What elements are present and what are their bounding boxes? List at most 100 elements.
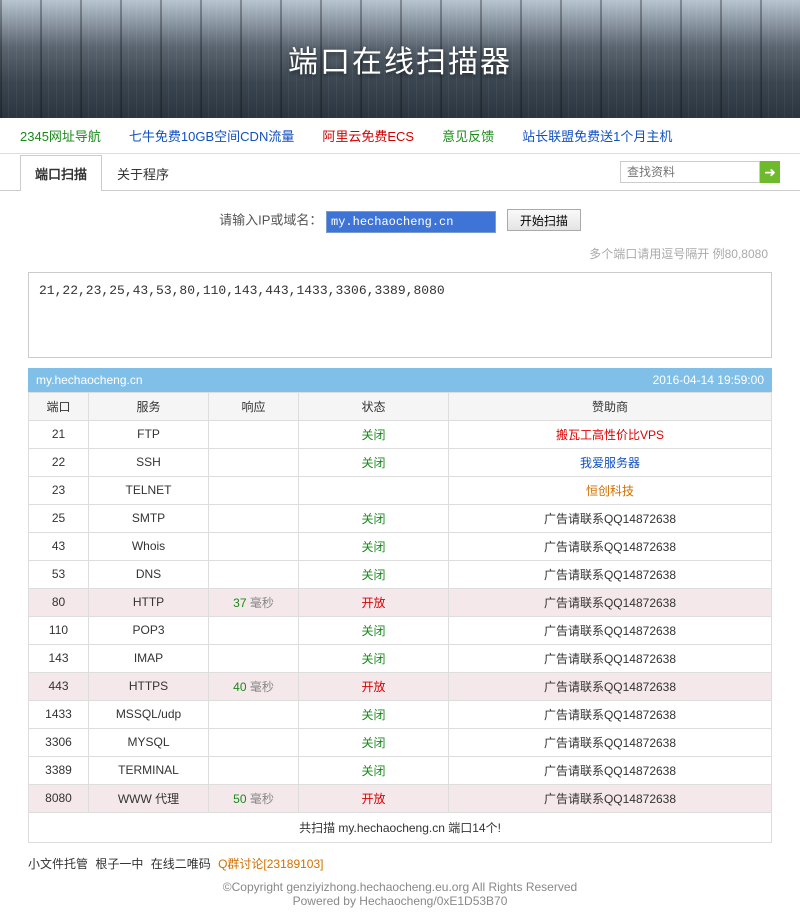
result-timestamp: 2016-04-14 19:59:00 (653, 373, 764, 387)
th-service: 服务 (89, 392, 209, 420)
result-header: my.hechaocheng.cn 2016-04-14 19:59:00 (28, 368, 772, 392)
ip-label: 请输入IP或域名： (219, 213, 322, 228)
tab-portscan[interactable]: 端口扫描 (20, 155, 102, 191)
cell-status: 开放 (299, 588, 449, 616)
table-row: 3389TERMINAL关闭广告请联系QQ14872638 (29, 756, 772, 784)
topnav-link-2[interactable]: 阿里云免费ECS (322, 129, 414, 144)
cell-sponsor[interactable]: 恒创科技 (449, 476, 772, 504)
footer-link-2[interactable]: 在线二唯码 (151, 857, 211, 871)
cell-status: 关闭 (299, 532, 449, 560)
topnav-link-1[interactable]: 七牛免费10GB空间CDN流量 (129, 129, 294, 144)
topnav-link-3[interactable]: 意见反馈 (442, 129, 494, 144)
cell-sponsor[interactable]: 广告请联系QQ14872638 (449, 588, 772, 616)
table-row: 23TELNET恒创科技 (29, 476, 772, 504)
table-row: 25SMTP关闭广告请联系QQ14872638 (29, 504, 772, 532)
cell-status: 关闭 (299, 504, 449, 532)
result-host: my.hechaocheng.cn (36, 373, 143, 387)
cell-status: 关闭 (299, 728, 449, 756)
footer-link-0[interactable]: 小文件托管 (28, 857, 88, 871)
cell-response (209, 504, 299, 532)
cell-service: POP3 (89, 616, 209, 644)
cell-service: HTTPS (89, 672, 209, 700)
cell-port: 143 (29, 644, 89, 672)
topnav-link-0[interactable]: 2345网址导航 (20, 129, 101, 144)
table-row: 3306MYSQL 关闭广告请联系QQ14872638 (29, 728, 772, 756)
search-button[interactable]: ➜ (760, 161, 780, 183)
cell-port: 3306 (29, 728, 89, 756)
scan-form: 请输入IP或域名： 开始扫描 (0, 191, 800, 239)
powered-line: Powered by Hechaocheng/0xE1D53B70 (0, 894, 800, 908)
cell-status: 关闭 (299, 756, 449, 784)
ports-textarea[interactable]: 21,22,23,25,43,53,80,110,143,443,1433,33… (28, 272, 772, 358)
cell-status: 关闭 (299, 644, 449, 672)
cell-sponsor[interactable]: 广告请联系QQ14872638 (449, 784, 772, 812)
cell-sponsor[interactable]: 广告请联系QQ14872638 (449, 728, 772, 756)
cell-sponsor[interactable]: 广告请联系QQ14872638 (449, 644, 772, 672)
cell-sponsor[interactable]: 广告请联系QQ14872638 (449, 532, 772, 560)
cell-response: 50 毫秒 (209, 784, 299, 812)
cell-response (209, 728, 299, 756)
copyright-line: ©Copyright genziyizhong.hechaocheng.eu.o… (0, 880, 800, 894)
page-title: 端口在线扫描器 (288, 37, 512, 81)
cell-service: IMAP (89, 644, 209, 672)
cell-service: MYSQL (89, 728, 209, 756)
cell-status: 关闭 (299, 420, 449, 448)
cell-service: TELNET (89, 476, 209, 504)
table-row: 53DNS关闭广告请联系QQ14872638 (29, 560, 772, 588)
table-row: 1433MSSQL/udp 关闭广告请联系QQ14872638 (29, 700, 772, 728)
ports-hint: 多个端口请用逗号隔开 例80,8080 (0, 239, 800, 268)
cell-response (209, 616, 299, 644)
cell-port: 443 (29, 672, 89, 700)
topnav-link-4[interactable]: 站长联盟免费送1个月主机 (522, 129, 672, 144)
cell-response (209, 448, 299, 476)
cell-response (209, 420, 299, 448)
cell-sponsor[interactable]: 我爱服务器 (449, 448, 772, 476)
th-resp: 响应 (209, 392, 299, 420)
footer-link-1[interactable]: 根子一中 (95, 857, 143, 871)
footer-links: 小文件托管 根子一中 在线二唯码 Q群讨论[23189103] (0, 843, 800, 876)
cell-response: 40 毫秒 (209, 672, 299, 700)
cell-status: 关闭 (299, 560, 449, 588)
cell-port: 53 (29, 560, 89, 588)
cell-sponsor[interactable]: 广告请联系QQ14872638 (449, 560, 772, 588)
cell-sponsor[interactable]: 搬瓦工高性价比VPS (449, 420, 772, 448)
ip-input[interactable] (326, 211, 496, 233)
qgroup-id: [23189103] (263, 857, 323, 871)
search-input[interactable] (620, 161, 760, 183)
cell-sponsor[interactable]: 广告请联系QQ14872638 (449, 700, 772, 728)
th-sponsor: 赞助商 (449, 392, 772, 420)
cell-sponsor[interactable]: 广告请联系QQ14872638 (449, 504, 772, 532)
cell-port: 21 (29, 420, 89, 448)
cell-status: 关闭 (299, 700, 449, 728)
cell-port: 110 (29, 616, 89, 644)
qgroup-link[interactable]: Q群讨论[23189103] (218, 857, 323, 871)
search-icon: ➜ (764, 164, 776, 181)
cell-status (299, 476, 449, 504)
table-row: 43Whois关闭广告请联系QQ14872638 (29, 532, 772, 560)
table-row: 21FTP 关闭搬瓦工高性价比VPS (29, 420, 772, 448)
scan-summary: 共扫描 my.hechaocheng.cn 端口14个! (28, 813, 772, 843)
cell-sponsor[interactable]: 广告请联系QQ14872638 (449, 672, 772, 700)
cell-sponsor[interactable]: 广告请联系QQ14872638 (449, 756, 772, 784)
tabs-row: 端口扫描 关于程序 ➜ (0, 154, 800, 191)
cell-response (209, 476, 299, 504)
table-row: 22SSH关闭我爱服务器 (29, 448, 772, 476)
table-row: 80HTTP37 毫秒开放广告请联系QQ14872638 (29, 588, 772, 616)
cell-response (209, 560, 299, 588)
cell-response (209, 644, 299, 672)
scan-button[interactable]: 开始扫描 (507, 209, 581, 231)
cell-port: 8080 (29, 784, 89, 812)
qgroup-label: Q群讨论 (218, 857, 263, 871)
cell-service: MSSQL/udp (89, 700, 209, 728)
cell-port: 22 (29, 448, 89, 476)
tab-about[interactable]: 关于程序 (102, 155, 184, 191)
cell-service: FTP (89, 420, 209, 448)
cell-status: 关闭 (299, 448, 449, 476)
cell-sponsor[interactable]: 广告请联系QQ14872638 (449, 616, 772, 644)
th-status: 状态 (299, 392, 449, 420)
table-row: 443HTTPS40 毫秒开放广告请联系QQ14872638 (29, 672, 772, 700)
banner: 端口在线扫描器 (0, 0, 800, 118)
cell-service: TERMINAL (89, 756, 209, 784)
cell-port: 1433 (29, 700, 89, 728)
cell-service: Whois (89, 532, 209, 560)
